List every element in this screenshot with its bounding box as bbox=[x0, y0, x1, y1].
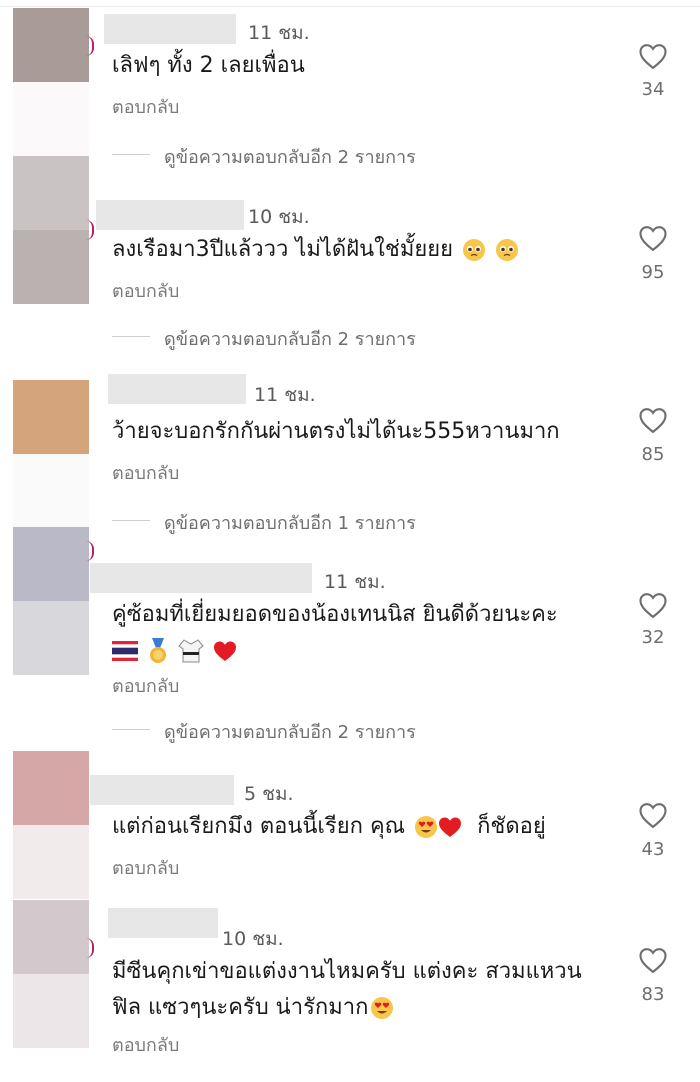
view-more-replies-label: ดูข้อความตอบกลับอีก 1 รายการ bbox=[164, 513, 416, 534]
pleading-face-icon bbox=[496, 239, 518, 261]
comment-item: 11 ชม. คู่ซ้อมที่เยี่ยมยอดของน้องเทนนิส … bbox=[0, 527, 700, 755]
view-more-replies-label: ดูข้อความตอบกลับอีก 2 รายการ bbox=[164, 722, 416, 743]
comment-time: 11 ชม. bbox=[324, 571, 386, 593]
heart-eyes-face-icon bbox=[371, 997, 394, 1019]
red-heart-icon bbox=[214, 641, 236, 661]
reply-button[interactable]: ตอบกลับ bbox=[112, 276, 179, 305]
comment-text-suffix: ก็ชัดอยู่ bbox=[477, 814, 546, 839]
comment-text-content: คู่ซ้อมที่เยี่ยมยอดของน้องเทนนิส ยินดีด้… bbox=[112, 602, 558, 627]
pleading-face-icon bbox=[463, 239, 485, 261]
comment-text: มีซีนคุกเข่าขอแต่งงานไหมครับ แต่งคะ สวมแ… bbox=[112, 954, 612, 1026]
comment-time: 10 ชม. bbox=[222, 928, 284, 950]
comment-text: เลิฟๆ ทั้ง 2 เลยเพื่อน bbox=[112, 53, 305, 78]
reply-button[interactable]: ตอบกลับ bbox=[112, 671, 179, 700]
heart-outline-icon[interactable] bbox=[638, 591, 668, 619]
heart-outline-icon[interactable] bbox=[638, 801, 668, 829]
heart-outline-icon[interactable] bbox=[638, 406, 668, 434]
comment-text-line-1: มีซีนคุกเข่าขอแต่งงานไหมครับ แต่งคะ สวมแ… bbox=[112, 959, 582, 984]
replies-divider bbox=[112, 520, 150, 521]
story-ring bbox=[86, 220, 94, 240]
comment-item: 11 ชม. เลิฟๆ ทั้ง 2 เลยเพื่อน ตอบกลับ 34… bbox=[0, 0, 700, 180]
heart-outline-icon[interactable] bbox=[638, 946, 668, 974]
username-blurred[interactable] bbox=[90, 563, 312, 593]
comment-time: 11 ชม. bbox=[254, 384, 316, 406]
comment-time: 10 ชม. bbox=[248, 206, 310, 228]
reply-button[interactable]: ตอบกลับ bbox=[112, 458, 179, 487]
story-ring bbox=[86, 36, 94, 56]
martial-arts-uniform-icon bbox=[178, 639, 204, 663]
comment-item: 11 ชม. ว้ายจะบอกรักกันผ่านตรงไม่ได้นะ555… bbox=[0, 370, 700, 545]
reply-button[interactable]: ตอบกลับ bbox=[112, 92, 179, 121]
comment-text: แต่ก่อนเรียกมึง ตอนนี้เรียก คุณ ก็ชัดอยู… bbox=[112, 809, 612, 845]
reply-button[interactable]: ตอบกลับ bbox=[112, 853, 179, 882]
like-count: 95 bbox=[641, 262, 665, 283]
heart-outline-icon[interactable] bbox=[638, 42, 668, 70]
comment-time: 5 ชม. bbox=[244, 783, 294, 805]
heart-eyes-face-icon bbox=[415, 816, 438, 838]
replies-divider bbox=[112, 729, 150, 730]
username-blurred[interactable] bbox=[108, 908, 218, 938]
view-more-replies-label: ดูข้อความตอบกลับอีก 2 รายการ bbox=[164, 329, 416, 350]
username-blurred[interactable] bbox=[108, 374, 246, 404]
story-ring bbox=[86, 541, 94, 561]
heart-outline-icon[interactable] bbox=[638, 224, 668, 252]
like-count: 34 bbox=[641, 79, 665, 100]
like-count: 83 bbox=[641, 984, 665, 1005]
username-blurred[interactable] bbox=[90, 775, 234, 805]
comment-item: 10 ชม. ลงเรือมา3ปีแล้ววว ไม่ได้ฝันใช่มั้… bbox=[0, 156, 700, 370]
comment-item: 10 ชม. มีซีนคุกเข่าขอแต่งงานไหมครับ แต่ง… bbox=[0, 900, 700, 1082]
comment-text-line-2: ฟิล แซวๆนะครับ น่ารักมาก bbox=[112, 995, 369, 1020]
comment-text: ลงเรือมา3ปีแล้ววว ไม่ได้ฝันใช่มั้ยยย bbox=[112, 232, 612, 268]
like-count: 43 bbox=[641, 839, 665, 860]
comment-time: 11 ชม. bbox=[248, 22, 310, 44]
replies-divider bbox=[112, 336, 150, 337]
emoji-row bbox=[112, 633, 612, 663]
comment-item: 5 ชม. แต่ก่อนเรียกมึง ตอนนี้เรียก คุณ ก็… bbox=[0, 751, 700, 900]
story-ring bbox=[86, 938, 94, 958]
thailand-flag-icon bbox=[112, 641, 138, 661]
like-count: 32 bbox=[641, 627, 665, 648]
view-more-replies-label: ดูข้อความตอบกลับอีก 2 รายการ bbox=[164, 147, 416, 168]
comment-text-line-2-wrap: ฟิล แซวๆนะครับ น่ารักมาก bbox=[112, 990, 612, 1026]
reply-button[interactable]: ตอบกลับ bbox=[112, 1030, 179, 1059]
red-heart-icon bbox=[439, 817, 462, 837]
gold-medal-icon bbox=[150, 638, 166, 663]
comment-text: คู่ซ้อมที่เยี่ยมยอดของน้องเทนนิส ยินดีด้… bbox=[112, 597, 612, 663]
comment-text: ว้ายจะบอกรักกันผ่านตรงไม่ได้นะ555หวานมาก bbox=[112, 419, 560, 444]
username-blurred[interactable] bbox=[104, 14, 236, 44]
replies-divider bbox=[112, 154, 150, 155]
username-blurred[interactable] bbox=[96, 200, 244, 230]
like-count: 85 bbox=[641, 444, 665, 465]
comment-text-content: แต่ก่อนเรียกมึง ตอนนี้เรียก คุณ bbox=[112, 814, 406, 839]
comment-text-content: ลงเรือมา3ปีแล้ววว ไม่ได้ฝันใช่มั้ยยย bbox=[112, 237, 453, 262]
